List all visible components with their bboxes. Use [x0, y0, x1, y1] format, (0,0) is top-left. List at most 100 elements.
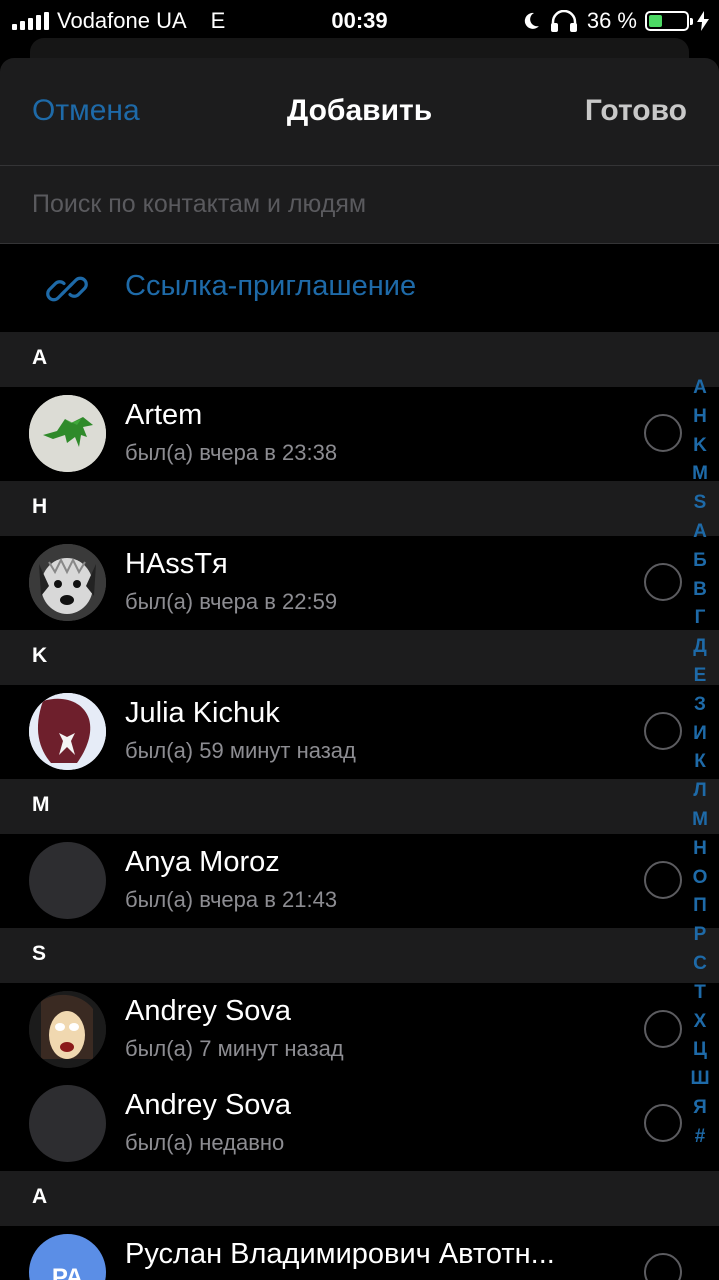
section-header: M: [0, 779, 719, 834]
contact-row[interactable]: РА Руслан Владимирович Автотн...: [0, 1226, 719, 1280]
section-letter: K: [32, 644, 48, 667]
contact-status: был(а) 59 минут назад: [125, 738, 356, 763]
index-letter[interactable]: M: [692, 460, 708, 489]
index-letter[interactable]: В: [693, 576, 707, 605]
index-letter[interactable]: Т: [694, 979, 706, 1008]
status-bar: Vodafone UA E 00:39 36 %: [0, 0, 719, 40]
link-icon: [46, 276, 88, 302]
avatar: [29, 395, 106, 472]
index-letter[interactable]: Г: [695, 604, 706, 633]
section-letter: H: [32, 495, 48, 518]
avatar: [29, 991, 106, 1068]
index-letter[interactable]: Е: [694, 662, 707, 691]
section-header: S: [0, 928, 719, 983]
done-button[interactable]: Готово: [585, 94, 687, 128]
hair-bow-photo: [29, 693, 106, 770]
carrier-name: Vodafone UA: [57, 8, 187, 33]
index-letter[interactable]: Н: [693, 835, 707, 864]
alphabet-index[interactable]: A H K M S А Б В Г Д Е З И К Л М Н О П Р С Т Х Ц Ш Я #: [686, 374, 714, 1152]
headphones-icon: [550, 10, 577, 32]
select-radio[interactable]: [644, 414, 682, 452]
invite-link-row[interactable]: Ссылка-приглашение: [0, 244, 719, 332]
index-letter[interactable]: Ц: [693, 1036, 707, 1065]
avatar: РА: [29, 1234, 106, 1280]
select-radio[interactable]: [644, 563, 682, 601]
select-radio[interactable]: [644, 1010, 682, 1048]
contact-name: Julia Kichuk: [125, 697, 280, 729]
index-letter[interactable]: Д: [693, 633, 707, 662]
battery-level: [649, 15, 662, 27]
contact-row[interactable]: Andrey Sova был(а) 7 минут назад: [0, 983, 719, 1077]
contact-status: был(а) вчера в 22:59: [125, 589, 338, 614]
dog-photo: [29, 544, 106, 621]
contact-name: Andrey Sova: [125, 1089, 292, 1121]
moon-icon: [524, 12, 539, 29]
index-letter[interactable]: K: [693, 432, 707, 461]
contact-status: был(а) недавно: [125, 1130, 285, 1155]
search-row: [0, 166, 719, 244]
contact-row[interactable]: Anya Moroz был(а) вчера в 21:43: [0, 834, 719, 928]
index-letter[interactable]: Я: [693, 1094, 707, 1123]
index-letter[interactable]: О: [693, 864, 708, 893]
contact-status: был(а) вчера в 21:43: [125, 887, 338, 912]
section-letter: A: [32, 346, 48, 369]
index-letter[interactable]: А: [693, 518, 707, 547]
index-letter[interactable]: #: [695, 1123, 706, 1152]
select-radio[interactable]: [644, 1104, 682, 1142]
index-letter[interactable]: Х: [694, 1008, 707, 1037]
status-left: Vodafone UA E: [12, 8, 225, 34]
section-header: K: [0, 630, 719, 685]
avatar: [29, 842, 106, 919]
index-letter[interactable]: П: [693, 892, 707, 921]
cartoon-face-photo: [29, 991, 106, 1068]
invite-link-label: Ссылка-приглашение: [125, 270, 417, 302]
index-letter[interactable]: И: [693, 720, 707, 749]
contact-row[interactable]: Artem был(а) вчера в 23:38: [0, 387, 719, 481]
select-radio[interactable]: [644, 861, 682, 899]
dinosaur-photo: [29, 395, 106, 472]
avatar: [29, 1085, 106, 1162]
contact-name: Руслан Владимирович Автотн...: [125, 1238, 555, 1270]
select-radio[interactable]: [644, 712, 682, 750]
section-header: H: [0, 481, 719, 536]
index-letter[interactable]: З: [694, 691, 706, 720]
index-letter[interactable]: М: [692, 806, 708, 835]
contact-name: Artem: [125, 399, 203, 431]
section-letter: S: [32, 942, 47, 965]
search-input[interactable]: [32, 184, 672, 224]
index-letter[interactable]: Л: [693, 777, 706, 806]
cancel-button[interactable]: Отмена: [32, 94, 140, 128]
contact-name: Andrey Sova: [125, 995, 292, 1027]
index-letter[interactable]: С: [693, 950, 707, 979]
index-letter[interactable]: Ш: [690, 1065, 709, 1094]
index-letter[interactable]: К: [694, 748, 706, 777]
contact-row[interactable]: Julia Kichuk был(а) 59 минут назад: [0, 685, 719, 779]
section-header: A: [0, 332, 719, 387]
status-right: 36 %: [521, 8, 709, 34]
index-letter[interactable]: A: [693, 374, 707, 403]
add-members-sheet: Отмена Добавить Готово Ссылка-приглашени…: [0, 58, 719, 1280]
contact-row[interactable]: HAssTя был(а) вчера в 22:59: [0, 536, 719, 630]
charging-bolt-icon: [697, 11, 709, 31]
section-letter: M: [32, 793, 50, 816]
index-letter[interactable]: Р: [694, 921, 707, 950]
contact-row[interactable]: Andrey Sova был(а) недавно: [0, 1077, 719, 1171]
contact-name: Anya Moroz: [125, 846, 280, 878]
index-letter[interactable]: H: [693, 403, 707, 432]
select-radio[interactable]: [644, 1253, 682, 1280]
index-letter[interactable]: S: [694, 489, 707, 518]
battery-percent: 36 %: [586, 8, 637, 33]
network-type: E: [210, 8, 226, 33]
avatar-initials: РА: [51, 1264, 84, 1280]
index-letter[interactable]: Б: [693, 547, 707, 576]
battery-icon: [645, 11, 693, 31]
avatar: [29, 544, 106, 621]
avatar: [29, 693, 106, 770]
signal-icon: [12, 12, 49, 30]
section-header: А: [0, 1171, 719, 1226]
navigation-bar: Отмена Добавить Готово: [0, 58, 719, 166]
contact-name: HAssTя: [125, 548, 228, 580]
contact-status: был(а) 7 минут назад: [125, 1036, 344, 1061]
contact-status: был(а) вчера в 23:38: [125, 440, 338, 465]
section-letter: А: [32, 1185, 48, 1208]
